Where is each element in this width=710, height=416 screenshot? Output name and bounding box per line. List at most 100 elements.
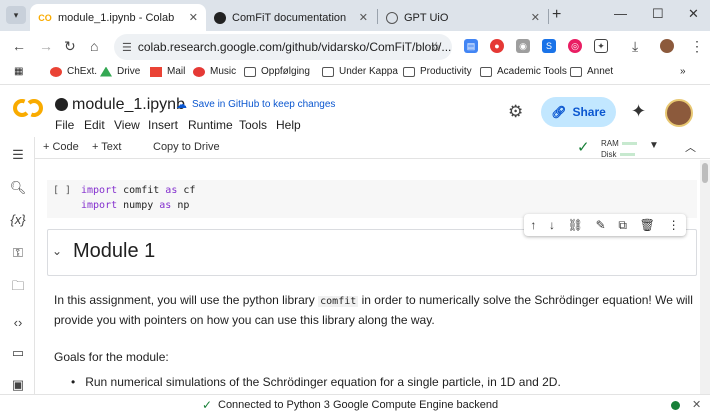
- profile-avatar-icon[interactable]: [660, 39, 674, 53]
- bookmark-mail[interactable]: Mail: [150, 66, 185, 77]
- bookmark-star-icon[interactable]: ☆: [430, 39, 442, 55]
- tab-comfit-docs[interactable]: ComFiT documentation ✕: [206, 4, 376, 31]
- minimize-icon[interactable]: —: [614, 6, 627, 21]
- notebook-content: [ ] import comfit as cf import numpy as …: [35, 160, 700, 394]
- mirror-cell-icon[interactable]: ⧉: [618, 218, 627, 233]
- runtime-dropdown-icon[interactable]: ▼: [649, 140, 659, 151]
- share-button[interactable]: 🔗︎ Share: [541, 97, 616, 127]
- disk-bar: [619, 153, 635, 157]
- window-close-icon[interactable]: ✕: [688, 6, 699, 22]
- close-icon[interactable]: ✕: [359, 11, 368, 24]
- bookmark-oppfolging[interactable]: Oppfølging: [244, 66, 310, 77]
- tab-colab[interactable]: CO module_1.ipynb - Colab ✕: [30, 4, 206, 31]
- folder-icon: [322, 66, 334, 77]
- address-bar[interactable]: ☰ colab.research.google.com/github/vidar…: [114, 34, 452, 60]
- bookmark-under-kappa[interactable]: Under Kappa: [322, 66, 398, 77]
- find-icon[interactable]: 🔍︎: [9, 180, 27, 196]
- connected-check-icon: ✓: [577, 139, 590, 156]
- download-icon[interactable]: ⤓: [632, 38, 638, 55]
- menu-help[interactable]: Help: [276, 118, 301, 132]
- menu-tools[interactable]: Tools: [239, 118, 267, 132]
- code-line: import comfit as cf: [81, 185, 196, 196]
- close-icon[interactable]: ✕: [692, 398, 701, 411]
- variables-icon[interactable]: {x}: [9, 212, 27, 227]
- add-text-button[interactable]: + Text: [92, 141, 121, 153]
- docs-extension-icon[interactable]: ▤: [464, 39, 478, 53]
- extensions-puzzle-icon[interactable]: ✦: [594, 39, 608, 53]
- edit-pencil-icon[interactable]: ✎: [596, 218, 606, 232]
- status-bar: ✓ Connected to Python 3 Google Compute E…: [0, 394, 710, 416]
- settings-gear-icon[interactable]: ⚙: [508, 102, 523, 122]
- copy-to-drive-button[interactable]: Copy to Drive: [153, 141, 220, 153]
- forward-icon[interactable]: →: [39, 38, 53, 54]
- command-palette-icon[interactable]: ▭: [9, 345, 27, 361]
- ram-bar: [621, 142, 637, 146]
- more-options-icon[interactable]: ⋮: [668, 218, 680, 232]
- menu-file[interactable]: File: [55, 118, 74, 132]
- code-line: import numpy as np: [81, 200, 190, 211]
- notebook-title[interactable]: module_1.ipynb: [72, 96, 185, 114]
- music-icon: [193, 66, 205, 77]
- menu-insert[interactable]: Insert: [148, 118, 178, 132]
- secrets-key-icon[interactable]: ⚿: [9, 245, 27, 261]
- add-code-button[interactable]: + Code: [43, 141, 79, 153]
- tab-title: ComFiT documentation: [232, 11, 347, 24]
- apps-grid-icon[interactable]: ▦: [14, 66, 23, 77]
- menu-edit[interactable]: Edit: [84, 118, 105, 132]
- site-info-icon[interactable]: ☰: [122, 41, 132, 54]
- scrollbar-thumb[interactable]: [702, 163, 708, 183]
- code-cell[interactable]: [ ] import comfit as cf import numpy as …: [47, 180, 697, 218]
- home-icon[interactable]: ⌂: [90, 38, 98, 54]
- avatar[interactable]: [665, 99, 693, 127]
- reload-icon[interactable]: ↻: [64, 38, 76, 55]
- table-of-contents-icon[interactable]: ☰: [9, 147, 27, 163]
- inline-code: comfit: [318, 296, 359, 307]
- move-down-icon[interactable]: ↓: [549, 218, 555, 232]
- badge-extension-icon[interactable]: S: [542, 39, 556, 53]
- gemini-sparkle-icon[interactable]: ✦: [631, 101, 646, 122]
- new-tab-icon[interactable]: +: [552, 6, 561, 24]
- menu-kebab-icon[interactable]: ⋮: [690, 38, 704, 55]
- bookmark-productivity[interactable]: Productivity: [403, 66, 472, 77]
- link-icon[interactable]: ⛓: [568, 218, 583, 232]
- move-up-icon[interactable]: ↑: [530, 218, 536, 232]
- vertical-scrollbar[interactable]: [700, 160, 710, 394]
- tab-search-button[interactable]: ▾: [6, 6, 26, 24]
- collapse-section-icon[interactable]: ⌄: [52, 244, 62, 258]
- markdown-heading-cell[interactable]: ⌄ Module 1: [47, 229, 697, 276]
- maximize-icon[interactable]: ☐: [652, 6, 664, 22]
- check-icon: ✓: [202, 398, 213, 412]
- bookmarks-overflow-icon[interactable]: »: [680, 66, 686, 77]
- ublock-extension-icon[interactable]: ●: [490, 39, 504, 53]
- gmail-icon: [150, 66, 162, 77]
- terminal-icon[interactable]: ▣: [9, 377, 27, 393]
- colab-logo-icon[interactable]: [12, 98, 44, 118]
- menu-view[interactable]: View: [114, 118, 140, 132]
- intro-paragraph: In this assignment, you will use the pyt…: [54, 293, 693, 327]
- browser-toolbar: ← → ↻ ⌂ ☰ colab.research.google.com/gith…: [0, 31, 710, 61]
- github-icon: [214, 11, 226, 24]
- tab-gpt-uio[interactable]: GPT UiO ✕: [378, 4, 548, 31]
- color-extension-icon[interactable]: ◎: [568, 39, 582, 53]
- save-in-github-link[interactable]: ☁ Save in GitHub to keep changes: [176, 98, 335, 111]
- resource-monitor[interactable]: RAM Disk: [601, 138, 637, 160]
- bookmark-academic-tools[interactable]: Academic Tools: [480, 66, 567, 77]
- left-rail: ☰ 🔍︎ {x} ⚿ 🗀 ‹› ▭ ▣: [0, 137, 35, 394]
- close-icon[interactable]: ✕: [531, 11, 540, 24]
- bookmark-annet[interactable]: Annet: [570, 66, 613, 77]
- folder-icon: [480, 66, 492, 77]
- bookmark-drive[interactable]: Drive: [100, 66, 140, 77]
- back-icon[interactable]: ←: [12, 38, 26, 54]
- bookmark-music[interactable]: Music: [193, 66, 236, 77]
- menu-runtime[interactable]: Runtime: [188, 118, 233, 132]
- close-icon[interactable]: ✕: [189, 11, 198, 24]
- delete-trash-icon[interactable]: 🗑︎: [640, 218, 655, 232]
- files-folder-icon[interactable]: 🗀: [9, 277, 27, 299]
- tab-divider: [548, 9, 549, 24]
- folder-icon: [244, 66, 256, 77]
- camera-extension-icon[interactable]: ◉: [516, 39, 530, 53]
- run-cell-button[interactable]: [ ]: [53, 185, 71, 196]
- bookmark-chext[interactable]: ChExt.: [50, 66, 97, 77]
- code-snippets-icon[interactable]: ‹›: [9, 315, 27, 330]
- collapse-toolbar-icon[interactable]: ︿: [685, 139, 696, 155]
